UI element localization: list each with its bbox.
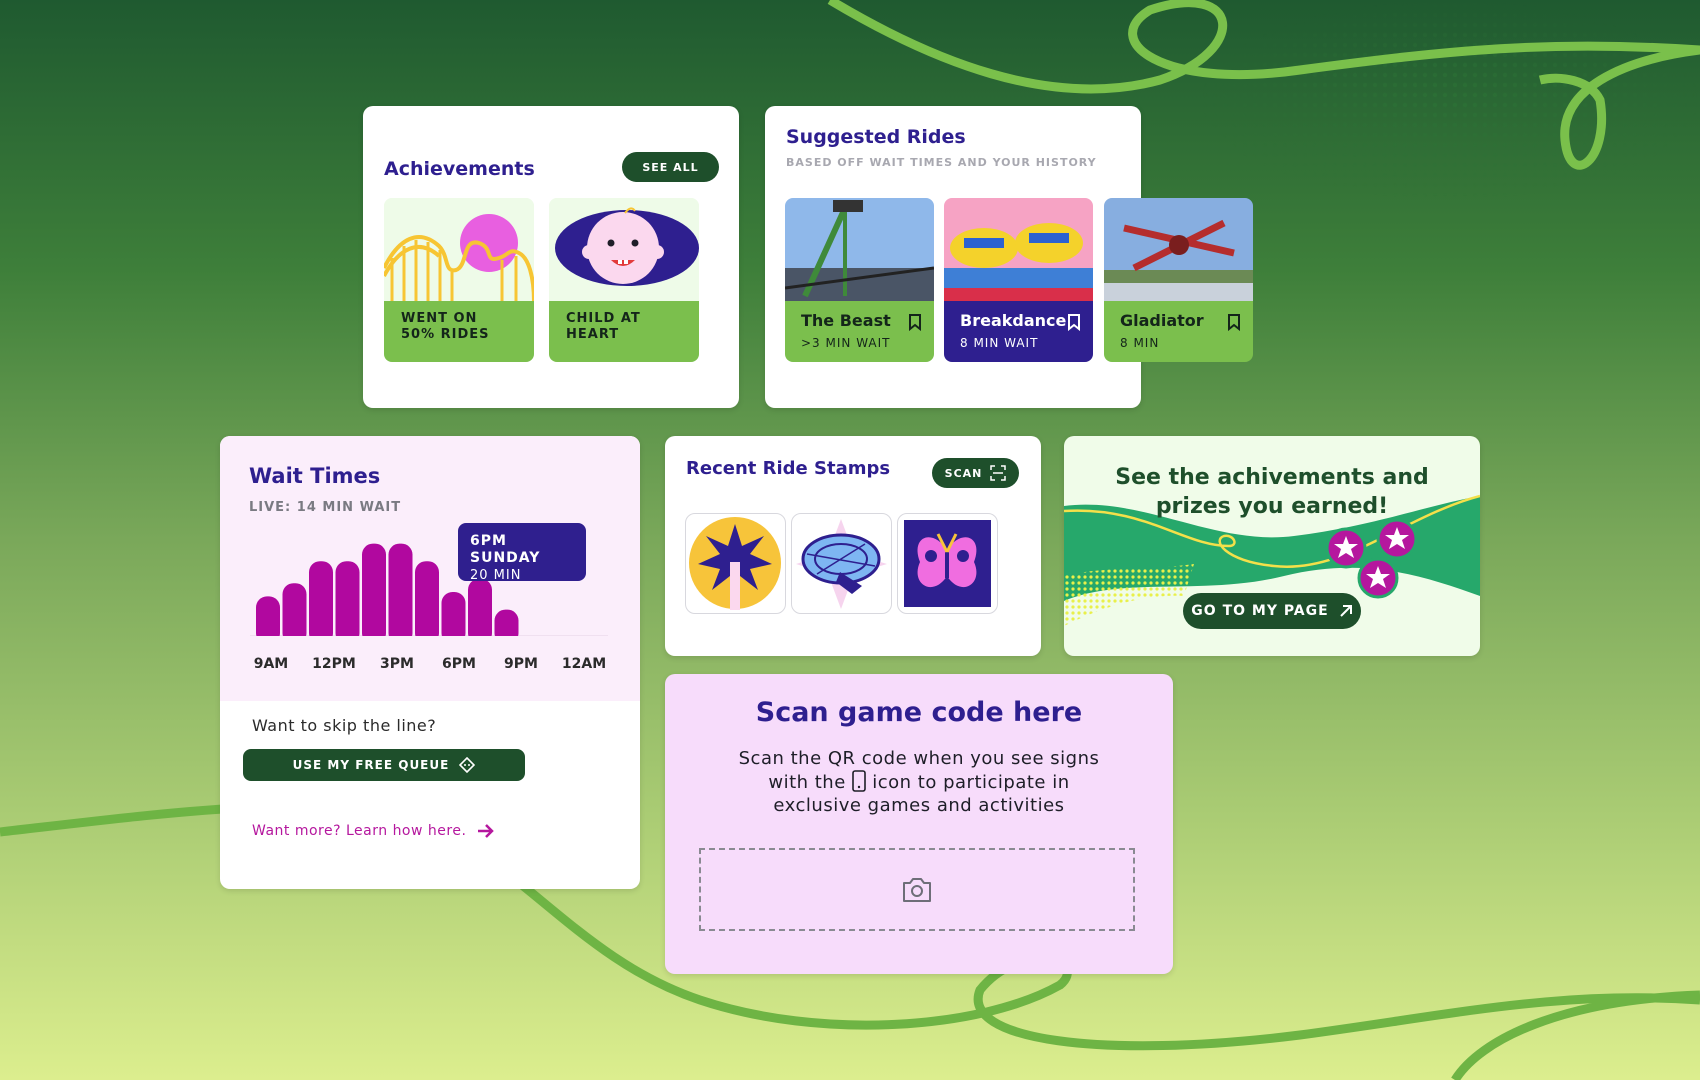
achievement-label-line1: WENT ON [401,311,478,326]
achievement-label-line2: 50% RIDES [401,327,490,342]
wait-times-card: 9AM 12PM 3PM 6PM 9PM 12AM Wait Times LIVE: 14… [220,436,640,889]
prizes-title-line2: prizes you earned! [1155,494,1389,519]
x-tick-label: 9AM [254,656,289,672]
tooltip-day: 6PM SUNDAY [470,533,541,566]
ride-name: Gladiator [1120,311,1204,330]
ride-card-gladiator[interactable]: Gladiator 8 MIN [1104,198,1253,362]
baby-face-icon [549,198,699,302]
arrow-right-icon [478,824,495,838]
ride-card-breakdance[interactable]: Breakdance 8 MIN WAIT [944,198,1093,362]
chart-tooltip: 6PM SUNDAY 20 MIN [458,523,586,583]
chart-baseline-mask [250,636,610,648]
x-tick-label: 12AM [562,656,606,672]
ferris-wheel-stamp-icon [796,519,887,609]
ride-wait: 8 MIN WAIT [960,336,1039,350]
ride-name: The Beast [801,311,891,330]
roller-coaster-icon [384,198,534,302]
achievement-went-on-rides[interactable]: WENT ON 50% RIDES [384,198,534,362]
wait-times-title: Wait Times [249,464,381,488]
stamp-butterfly[interactable] [897,513,998,614]
bookmark-icon[interactable] [908,313,922,331]
tooltip-minutes: 20 MIN [470,568,522,583]
ride-card-the-beast[interactable]: The Beast >3 MIN WAIT [785,198,934,362]
live-wait-label: LIVE: 14 MIN WAIT [249,500,402,515]
scan-icon [990,465,1007,481]
recent-stamps-card: Recent Ride Stamps SCAN [665,436,1041,656]
wait-bar[interactable] [309,561,333,644]
achievement-label-line1: CHILD AT HEART [566,311,641,342]
bookmark-icon[interactable] [1227,313,1241,331]
prizes-title-line1: See the achivements and [1115,465,1429,490]
ticket-icon [459,757,476,773]
scan-button[interactable]: SCAN [932,458,1019,488]
prizes-card: See the achivements and prizes you earne… [1064,436,1480,656]
drop-tower-stamp-icon [689,517,781,610]
ride-photo [785,198,934,302]
ride-photo [944,198,1093,302]
learn-more-label: Want more? Learn how here. [252,823,467,839]
scan-button-label: SCAN [944,466,983,480]
x-tick-label: 12PM [312,656,356,672]
bookmark-icon[interactable] [1067,313,1081,331]
achievements-card: Achievements SEE ALL WENT ON 50% RIDES C… [363,106,739,408]
stamp-drop-tower[interactable] [685,513,786,614]
achievement-child-at-heart[interactable]: CHILD AT HEART [549,198,699,362]
achievements-title: Achievements [384,158,535,180]
go-to-my-page-button[interactable]: GO TO MY PAGE [1183,593,1361,629]
x-tick-label: 6PM [442,656,476,672]
ride-info: The Beast >3 MIN WAIT [785,301,934,362]
wait-bar[interactable] [362,543,386,644]
wait-bar[interactable] [415,561,439,644]
queue-button-label: USE MY FREE QUEUE [292,758,450,772]
scan-game-card: Scan game code here Scan the QR code whe… [665,674,1173,974]
scan-game-description: Scan the QR code when you see signs with… [729,747,1109,817]
scan-game-title: Scan game code here [755,697,1083,728]
stamp-ferris-wheel[interactable] [791,513,892,614]
skip-line-text: Want to skip the line? [252,716,437,735]
wait-bar[interactable] [468,578,492,644]
arrow-up-right-icon [1339,605,1352,617]
x-tick-label: 3PM [380,656,414,672]
camera-scan-area[interactable] [699,848,1135,931]
x-tick-label: 9PM [504,656,538,672]
ride-info: Gladiator 8 MIN [1104,301,1253,362]
phone-icon [852,770,866,792]
wait-bar[interactable] [335,561,360,644]
ride-photo [1104,198,1253,302]
learn-more-link[interactable]: Want more? Learn how here. [252,823,496,839]
ride-info: Breakdance 8 MIN WAIT [944,301,1093,362]
prizes-title: See the achivements and prizes you earne… [1064,463,1480,521]
ride-name: Breakdance [960,311,1067,330]
wait-bar[interactable] [282,583,307,644]
ride-wait: 8 MIN [1120,336,1160,350]
wait-bar[interactable] [388,543,413,644]
recent-stamps-title: Recent Ride Stamps [686,458,891,479]
my-page-button-label: GO TO MY PAGE [1191,603,1329,619]
suggested-rides-title: Suggested Rides [786,126,966,148]
suggested-rides-subtitle: BASED OFF WAIT TIMES AND YOUR HISTORY [786,156,1097,169]
see-all-button[interactable]: SEE ALL [622,152,719,182]
achievement-label: WENT ON 50% RIDES [384,301,534,362]
butterfly-stamp-icon [904,520,991,607]
ride-wait: >3 MIN WAIT [801,336,891,350]
achievement-label: CHILD AT HEART [549,301,699,362]
camera-icon [903,877,931,902]
use-free-queue-button[interactable]: USE MY FREE QUEUE [243,749,525,781]
